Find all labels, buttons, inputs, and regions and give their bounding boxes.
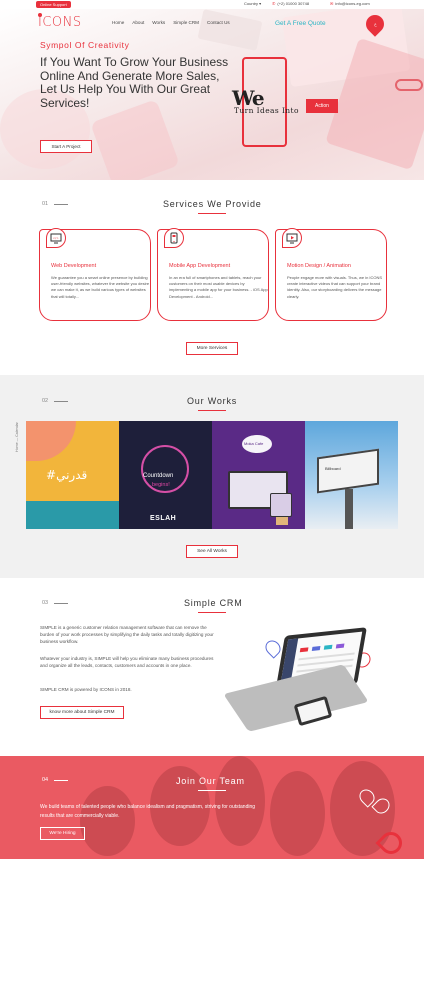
hero-tagline: Sympol Of Creativity <box>40 40 130 50</box>
works-title: Our Works <box>187 396 238 406</box>
work-2-begins: begins! <box>152 482 170 488</box>
service-desc-motion: People engage more with visuals. Thus, w… <box>287 275 383 299</box>
email-text: info@icons-eg.com <box>335 1 370 6</box>
work-1-label: #قدرني <box>46 468 88 482</box>
more-services-button[interactable]: More Services <box>186 342 238 355</box>
service-desc-web: We guarantee you a smart online presence… <box>51 275 150 299</box>
country-dropdown[interactable]: Country ▾ <box>244 1 261 6</box>
see-all-works-button[interactable]: See All Works <box>186 545 238 558</box>
crm-app-chip <box>323 644 333 650</box>
team-section-number: 04 <box>42 777 49 783</box>
crm-paragraph-1: SIMPLE is a generic customer relation ma… <box>40 625 214 645</box>
nav-works[interactable]: Works <box>152 20 165 25</box>
work-4-label: Billboard <box>325 466 341 471</box>
crm-phone-display <box>297 699 329 723</box>
hero-glasses-image <box>395 79 423 91</box>
web-development-icon: </> <box>50 233 62 244</box>
works-title-underline <box>198 410 226 411</box>
work-1-shape-teal <box>26 501 119 529</box>
hero-turn-ideas-text: Turn Ideas Into <box>234 106 299 115</box>
team-photo-person <box>270 771 325 856</box>
online-support-badge[interactable]: Online Support <box>36 1 71 8</box>
language-label: ع <box>373 21 377 27</box>
start-project-button[interactable]: Start A Project <box>40 140 92 153</box>
work-2-countdown: Countdown <box>143 473 174 479</box>
work-2-brand: ESLAH <box>150 515 177 522</box>
work-1-shape-pink <box>26 421 76 461</box>
crm-app-chip <box>299 647 309 653</box>
phone-number[interactable]: ✆ (+2) 01000 30748 <box>272 1 309 6</box>
team-photo-person <box>215 756 265 846</box>
services-title: Services We Provide <box>163 199 262 209</box>
team-text: We build teams of talented people who ba… <box>40 804 256 819</box>
hiring-button[interactable]: We're Hiring <box>40 827 85 840</box>
nav-contact-us[interactable]: Contact Us <box>207 20 230 25</box>
work-3-box-image <box>276 517 288 525</box>
nav-about[interactable]: About <box>132 20 144 25</box>
motion-design-icon <box>286 233 298 244</box>
work-3-label: Moka Cafe <box>244 441 264 446</box>
hero-desk-phone-image <box>90 99 180 180</box>
hero-desk-keyboard-image <box>197 9 263 51</box>
work-3-tablet-image <box>270 493 292 517</box>
main-nav: Home About Works Simple CRM Contact Us <box>112 20 230 25</box>
email-icon: ✉ <box>330 1 334 6</box>
simple-crm-more-button[interactable]: know more about Simple CRM <box>40 706 124 719</box>
hero-action-badge: Action <box>306 99 338 113</box>
service-desc-mobile: In an era full of smartphones and tablet… <box>169 275 268 299</box>
work-4-billboard-pole <box>345 489 353 529</box>
free-quote-link[interactable]: Get A Free Quote <box>275 20 326 27</box>
crm-app-chip <box>311 646 321 651</box>
service-icon-wrap-motion <box>282 228 302 248</box>
works-section-number: 02 <box>42 398 49 404</box>
work-4-billboard-image <box>317 448 379 494</box>
service-title-mobile: Mobile App Development <box>169 263 231 269</box>
nav-home[interactable]: Home <box>112 20 124 25</box>
mobile-app-icon <box>170 232 178 244</box>
services-section-number: 01 <box>42 201 49 207</box>
team-photo-person <box>80 786 135 856</box>
work-item-3[interactable]: Moka Cafe <box>212 421 305 529</box>
service-icon-wrap-web: </> <box>46 228 66 248</box>
nav-simple-crm[interactable]: Simple CRM <box>173 20 199 25</box>
crm-paragraph-2: Whatever your industry is, SIMPLE will h… <box>40 656 214 669</box>
work-item-2[interactable]: Countdown begins! ESLAH <box>119 421 212 529</box>
svg-text:</>: </> <box>53 236 59 240</box>
service-title-web: Web Development <box>51 263 97 269</box>
phone-text: (+2) 01000 30748 <box>277 1 310 6</box>
hero-title: If You Want To Grow Your Business Online… <box>40 55 229 110</box>
email-address[interactable]: ✉ info@icons-eg.com <box>330 1 370 6</box>
services-title-underline <box>198 213 226 214</box>
work-item-1[interactable]: #قدرني <box>26 421 119 529</box>
crm-paragraph-3: SIMPLE CRM is powered by ICONS in 2018. <box>40 687 132 692</box>
crm-title-underline <box>198 612 226 613</box>
team-number-line <box>54 780 68 781</box>
crm-number-line <box>54 603 68 604</box>
phone-icon: ✆ <box>272 1 276 6</box>
logo[interactable]: ICONS <box>38 15 82 30</box>
services-number-line <box>54 204 68 205</box>
side-breadcrumb: Home — Calendar <box>15 422 19 452</box>
service-title-motion: Motion Design / Animation <box>287 263 351 269</box>
crm-app-chip <box>335 643 345 649</box>
crm-section-number: 03 <box>42 600 49 606</box>
team-title-underline <box>198 790 226 791</box>
works-number-line <box>54 401 68 402</box>
team-title: Join Our Team <box>176 776 245 786</box>
crm-title: Simple CRM <box>184 598 243 608</box>
service-icon-wrap-mobile <box>164 228 184 248</box>
work-item-4[interactable]: Billboard <box>305 421 398 529</box>
